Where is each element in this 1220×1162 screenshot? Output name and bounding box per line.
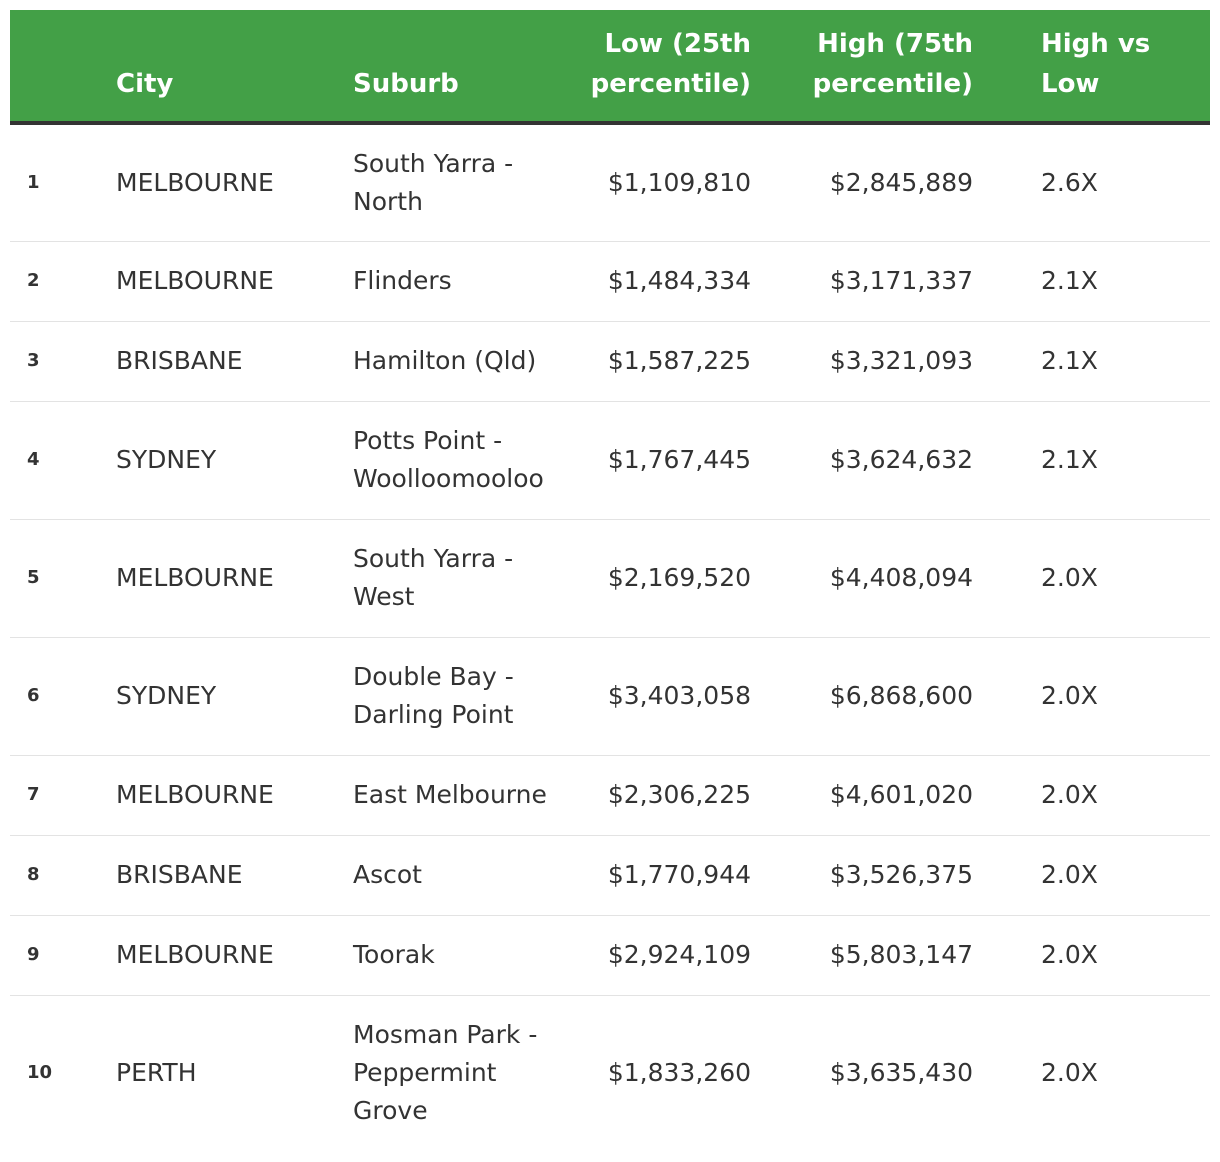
low-price-cell: $2,169,520 [577,519,783,638]
header-suburb: Suburb [337,10,577,125]
suburb-cell: Ascot [337,835,577,916]
header-ratio: High vs Low [1005,10,1210,125]
suburb-price-table: City Suburb Low (25th percentile) High (… [10,10,1210,1151]
ratio-cell: 2.1X [1005,321,1210,402]
ratio-cell: 2.0X [1005,915,1210,996]
rank-cell: 4 [10,401,100,520]
ratio-cell: 2.6X [1005,123,1210,242]
ratio-cell: 2.1X [1005,401,1210,520]
high-price-cell: $3,526,375 [783,835,1005,916]
suburb-cell: South Yarra - West [337,519,577,638]
table-row: 5 MELBOURNE South Yarra - West $2,169,52… [10,519,1210,638]
low-price-cell: $3,403,058 [577,637,783,756]
low-price-cell: $1,770,944 [577,835,783,916]
rank-cell: 1 [10,123,100,242]
ratio-cell: 2.0X [1005,519,1210,638]
low-price-cell: $2,306,225 [577,755,783,836]
rank-cell: 5 [10,519,100,638]
city-cell: MELBOURNE [100,519,337,638]
suburb-cell: East Melbourne [337,755,577,836]
city-cell: MELBOURNE [100,915,337,996]
low-price-cell: $1,833,260 [607,1058,751,1088]
suburb-cell: Hamilton (Qld) [337,321,577,402]
suburb-cell: Mosman Park - Peppermint Grove [353,1020,538,1126]
rank-cell: 8 [10,835,100,916]
table-row: 9 MELBOURNE Toorak $2,924,109 $5,803,147… [10,915,1210,996]
table-row: 6 SYDNEY Double Bay - Darling Point $3,4… [10,637,1210,756]
rank-cell: 7 [10,755,100,836]
city-cell: PERTH [116,1058,197,1088]
table-header: City Suburb Low (25th percentile) High (… [10,10,1210,125]
high-price-cell: $3,321,093 [783,321,1005,402]
rank-cell: 2 [10,241,100,322]
suburb-cell: Flinders [337,241,577,322]
ratio-cell: 2.0X [1005,637,1210,756]
suburb-cell: Potts Point - Woolloomooloo [337,401,577,520]
high-price-cell: $5,803,147 [783,915,1005,996]
header-row: City Suburb Low (25th percentile) High (… [10,10,1210,125]
header-city: City [100,10,337,125]
high-price-cell: $3,171,337 [783,241,1005,322]
ratio-cell: 2.0X [1005,755,1210,836]
low-price-cell: $1,767,445 [577,401,783,520]
table-row: 8 BRISBANE Ascot $1,770,944 $3,526,375 2… [10,835,1210,916]
rank-cell: 9 [10,915,100,996]
suburb-cell: Toorak [337,915,577,996]
high-price-cell: $3,635,430 [829,1058,973,1088]
table-body: 1 MELBOURNE South Yarra - North $1,109,8… [10,123,1210,1151]
ratio-cell: 2.1X [1005,241,1210,322]
rank-cell: 6 [10,637,100,756]
table-row: 1 MELBOURNE South Yarra - North $1,109,8… [10,123,1210,242]
city-cell: BRISBANE [100,835,337,916]
suburb-cell: South Yarra - North [337,123,577,242]
city-cell: SYDNEY [100,637,337,756]
header-high: High (75th percentile) [783,10,1005,125]
table-row: 10 PERTH Mosman Park - Peppermint Grove … [10,995,1210,1151]
table-row: 7 MELBOURNE East Melbourne $2,306,225 $4… [10,755,1210,836]
high-price-cell: $2,845,889 [783,123,1005,242]
ratio-cell: 2.0X [1005,835,1210,916]
table-row: 3 BRISBANE Hamilton (Qld) $1,587,225 $3,… [10,321,1210,402]
low-price-cell: $1,587,225 [577,321,783,402]
city-cell: SYDNEY [100,401,337,520]
city-cell: MELBOURNE [100,241,337,322]
header-rank [10,10,100,125]
header-low: Low (25th percentile) [577,10,783,125]
suburb-cell: Double Bay - Darling Point [337,637,577,756]
page: City Suburb Low (25th percentile) High (… [0,0,1220,1162]
low-price-cell: $1,109,810 [577,123,783,242]
table-row: 4 SYDNEY Potts Point - Woolloomooloo $1,… [10,401,1210,520]
low-price-cell: $1,484,334 [577,241,783,322]
high-price-cell: $4,601,020 [783,755,1005,836]
high-price-cell: $3,624,632 [783,401,1005,520]
low-price-cell: $2,924,109 [577,915,783,996]
rank-cell: 10 [27,1062,53,1084]
table-row: 2 MELBOURNE Flinders $1,484,334 $3,171,3… [10,241,1210,322]
city-cell: BRISBANE [100,321,337,402]
city-cell: MELBOURNE [100,123,337,242]
rank-cell: 3 [10,321,100,402]
ratio-cell: 2.0X [1041,1058,1098,1088]
city-cell: MELBOURNE [100,755,337,836]
high-price-cell: $6,868,600 [783,637,1005,756]
high-price-cell: $4,408,094 [783,519,1005,638]
